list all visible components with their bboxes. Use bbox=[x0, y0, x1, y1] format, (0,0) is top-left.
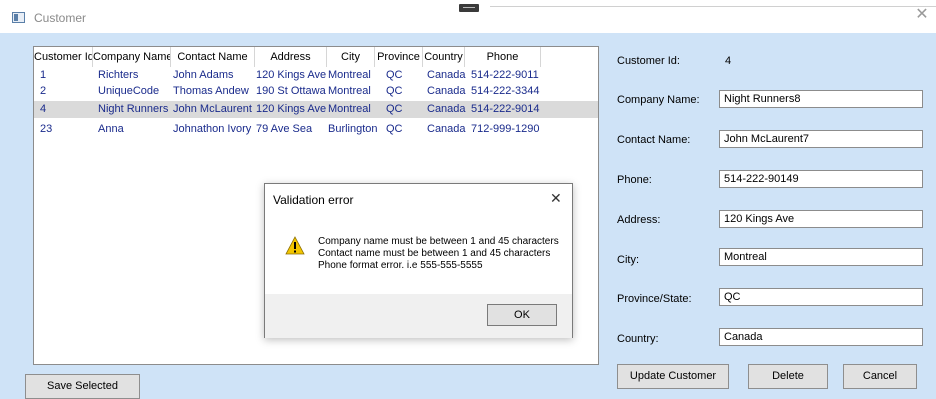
cell-address: 79 Ave Sea bbox=[256, 123, 313, 135]
cell-customer-id: 2 bbox=[40, 85, 47, 97]
province-field[interactable] bbox=[719, 288, 923, 306]
contact-name-field[interactable] bbox=[719, 130, 923, 148]
column-header-country[interactable]: Country bbox=[423, 47, 465, 67]
table-row[interactable]: 1 Richters John Adams 120 Kings Ave Mont… bbox=[34, 67, 598, 83]
cell-phone: 712-999-1290 bbox=[471, 123, 540, 135]
title-bar: Customer ✕ bbox=[0, 0, 936, 33]
cell-customer-id: 4 bbox=[40, 103, 47, 115]
column-header-customer-id[interactable]: Customer Id bbox=[34, 47, 93, 67]
cell-phone: 514-222-9014 bbox=[471, 103, 540, 115]
drag-grip-icon[interactable] bbox=[459, 4, 479, 12]
cell-city: Burlington bbox=[328, 123, 378, 135]
contact-name-label: Contact Name: bbox=[617, 134, 691, 146]
grid-header: Customer Id Company Name Contact Name Ad… bbox=[34, 47, 598, 67]
dialog-message-line: Company name must be between 1 and 45 ch… bbox=[318, 236, 559, 247]
cell-country: Canada bbox=[427, 103, 466, 115]
dialog-title: Validation error bbox=[273, 193, 354, 207]
cell-province: QC bbox=[386, 85, 403, 97]
column-header-company-name[interactable]: Company Name bbox=[93, 47, 171, 67]
cell-province: QC bbox=[386, 123, 403, 135]
table-row[interactable]: 23 Anna Johnathon Ivory 79 Ave Sea Burli… bbox=[34, 121, 598, 137]
window-close-button[interactable]: ✕ bbox=[914, 7, 930, 23]
cell-address: 190 St Ottawa bbox=[256, 85, 326, 97]
city-label: City: bbox=[617, 254, 639, 266]
customer-id-value: 4 bbox=[725, 55, 732, 67]
cell-contact-name: John Adams bbox=[173, 69, 234, 81]
cell-company-name: Anna bbox=[98, 123, 124, 135]
cell-address: 120 Kings Ave bbox=[256, 103, 327, 115]
dialog-message-line: Contact name must be between 1 and 45 ch… bbox=[318, 248, 551, 259]
table-row[interactable]: 2 UniqueCode Thomas Andew 190 St Ottawa … bbox=[34, 83, 598, 99]
cell-company-name: Night Runners bbox=[98, 103, 169, 115]
cell-city: Montreal bbox=[328, 69, 371, 81]
address-label: Address: bbox=[617, 214, 661, 226]
cell-city: Montreal bbox=[328, 103, 371, 115]
province-label: Province/State: bbox=[617, 293, 692, 305]
divider bbox=[490, 6, 936, 7]
customer-id-label: Customer Id: bbox=[617, 55, 680, 67]
cell-province: QC bbox=[386, 103, 403, 115]
cell-country: Canada bbox=[427, 123, 466, 135]
left-edge bbox=[0, 33, 11, 398]
cell-customer-id: 23 bbox=[40, 123, 53, 135]
delete-button[interactable]: Delete bbox=[748, 364, 828, 389]
window-icon bbox=[12, 12, 25, 23]
company-name-label: Company Name: bbox=[617, 94, 700, 106]
update-customer-button[interactable]: Update Customer bbox=[617, 364, 729, 389]
save-selected-button[interactable]: Save Selected bbox=[25, 374, 140, 399]
table-row-selected[interactable]: 4 Night Runners John McLaurent 120 Kings… bbox=[34, 101, 598, 118]
column-header-province[interactable]: Province bbox=[375, 47, 423, 67]
cell-contact-name: Johnathon Ivory bbox=[173, 123, 252, 135]
column-header-contact-name[interactable]: Contact Name bbox=[171, 47, 255, 67]
cell-address: 120 Kings Ave bbox=[256, 69, 327, 81]
cell-country: Canada bbox=[427, 69, 466, 81]
cell-contact-name: John McLaurent bbox=[173, 103, 252, 115]
address-field[interactable] bbox=[719, 210, 923, 228]
cancel-button[interactable]: Cancel bbox=[843, 364, 917, 389]
warning-icon bbox=[285, 236, 305, 255]
cell-phone: 514-222-3344 bbox=[471, 85, 540, 97]
cell-contact-name: Thomas Andew bbox=[173, 85, 249, 97]
country-field[interactable] bbox=[719, 328, 923, 346]
phone-label: Phone: bbox=[617, 174, 652, 186]
company-name-field[interactable] bbox=[719, 90, 923, 108]
column-header-address[interactable]: Address bbox=[255, 47, 327, 67]
country-label: Country: bbox=[617, 333, 659, 345]
column-header-city[interactable]: City bbox=[327, 47, 375, 67]
city-field[interactable] bbox=[719, 248, 923, 266]
cell-customer-id: 1 bbox=[40, 69, 47, 81]
cell-company-name: UniqueCode bbox=[98, 85, 160, 97]
column-header-phone[interactable]: Phone bbox=[465, 47, 541, 67]
cell-province: QC bbox=[386, 69, 403, 81]
ok-button[interactable]: OK bbox=[487, 304, 557, 326]
cell-company-name: Richters bbox=[98, 69, 139, 81]
window-title: Customer bbox=[34, 11, 87, 25]
phone-field[interactable] bbox=[719, 170, 923, 188]
dialog-close-icon[interactable]: ✕ bbox=[550, 190, 562, 207]
dialog-message-line: Phone format error. i.e 555-555-5555 bbox=[318, 260, 483, 271]
validation-error-dialog: Validation error ✕ Company name must be … bbox=[264, 183, 573, 338]
cell-country: Canada bbox=[427, 85, 466, 97]
cell-city: Montreal bbox=[328, 85, 371, 97]
cell-phone: 514-222-9011 bbox=[471, 69, 539, 81]
